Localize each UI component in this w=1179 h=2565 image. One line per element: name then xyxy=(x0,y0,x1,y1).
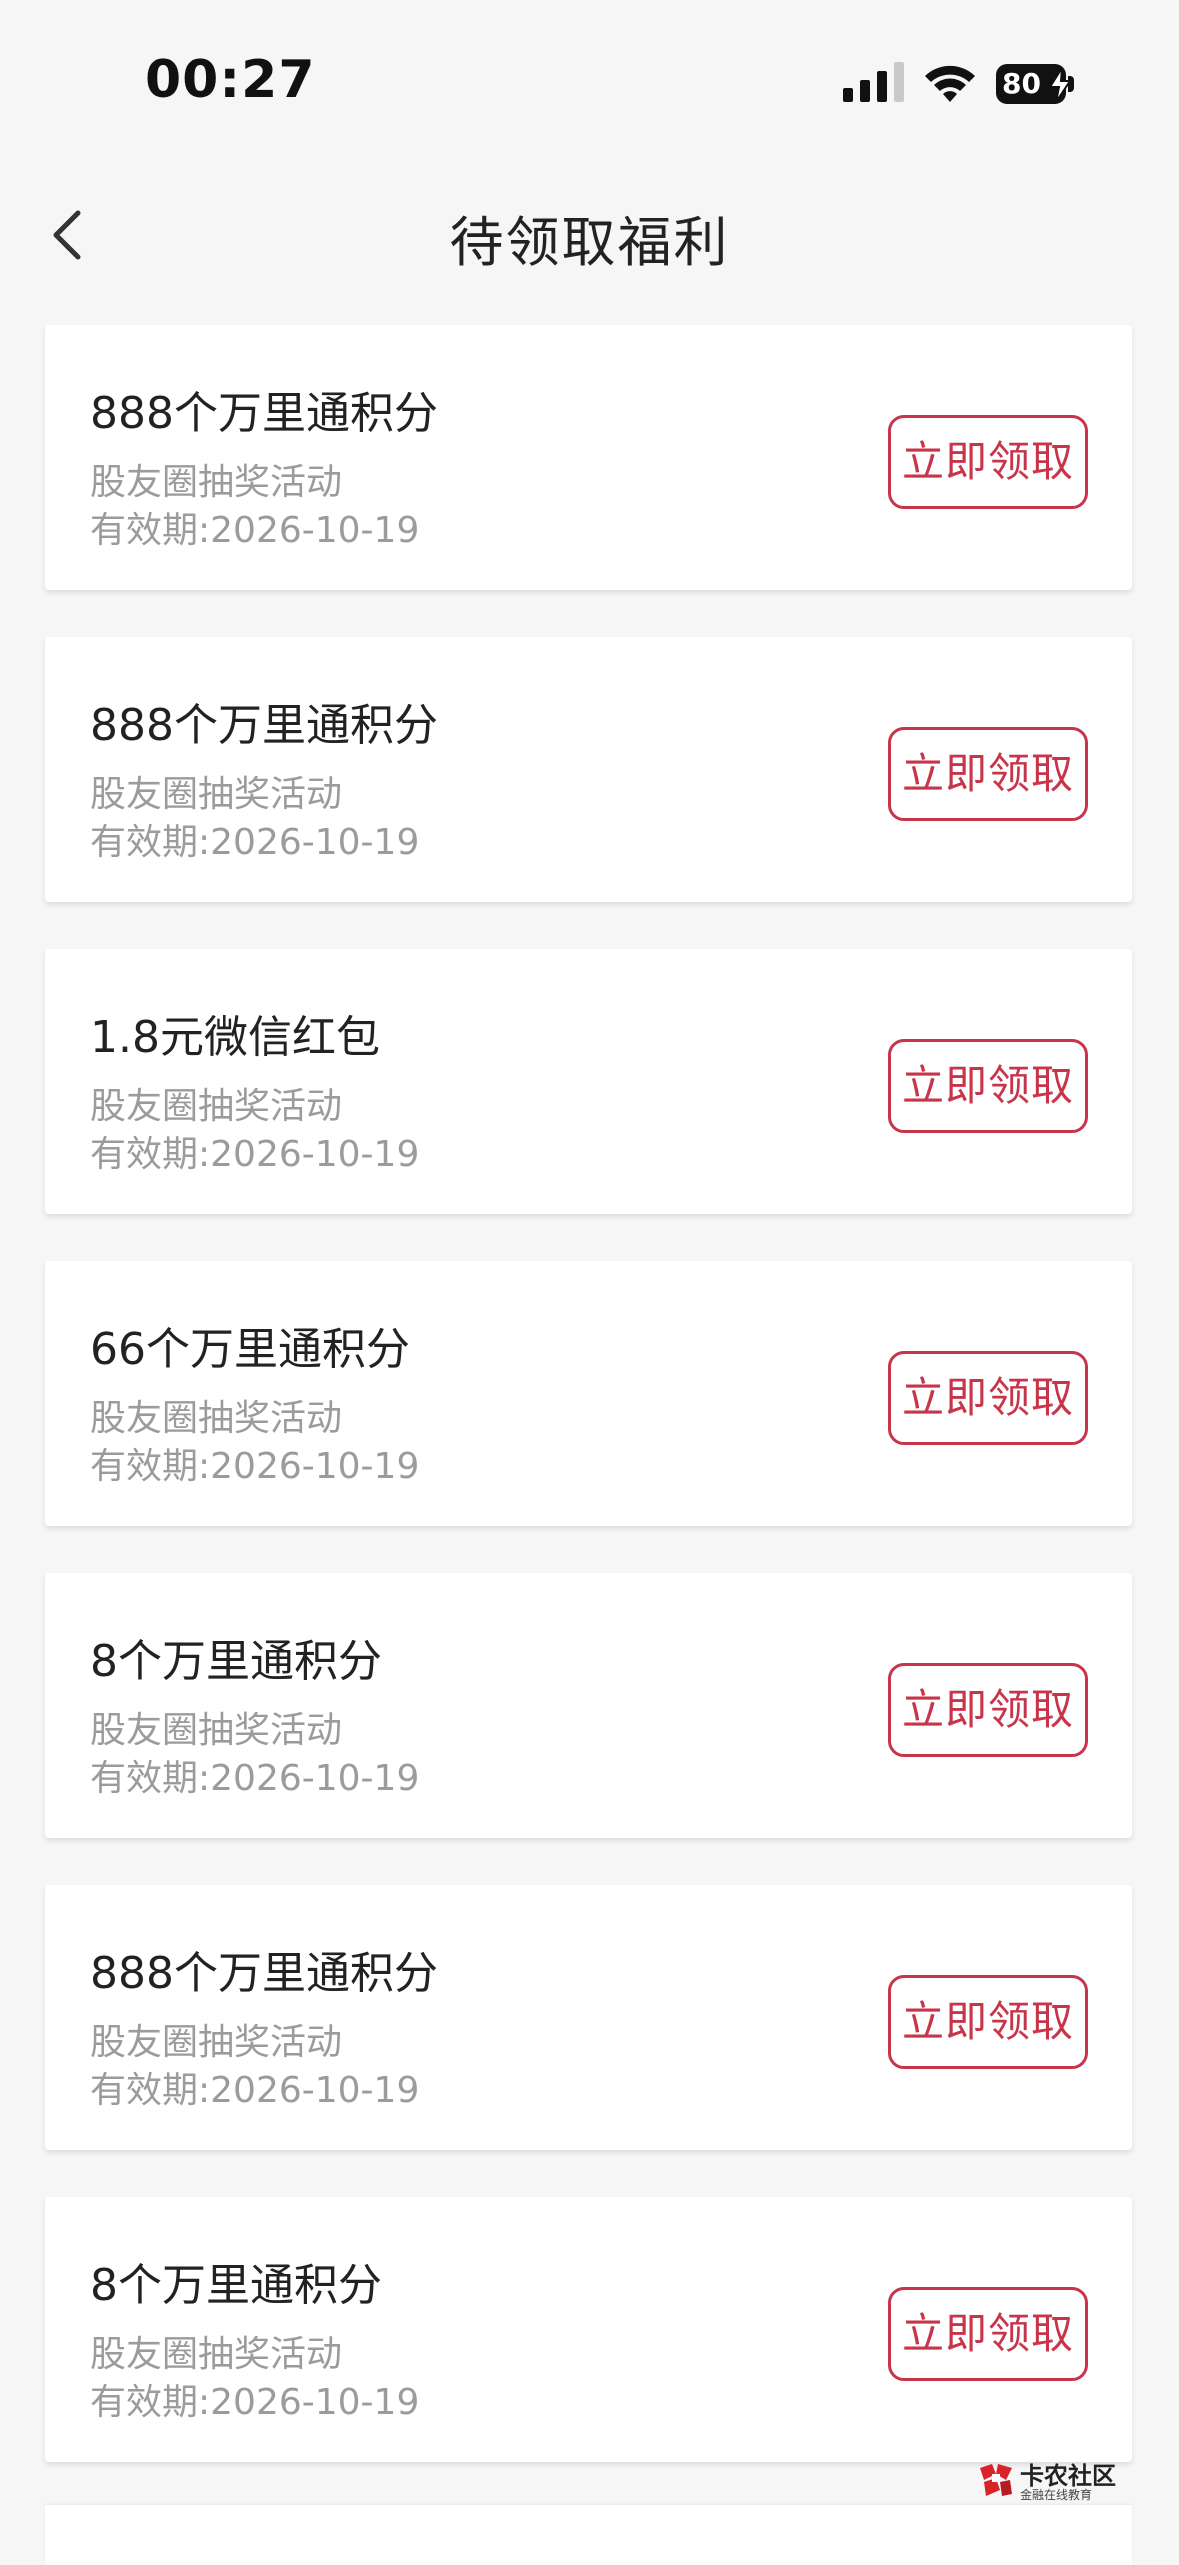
reward-source: 股友圈抽奖活动 xyxy=(90,1710,343,1751)
status-time: 00:27 xyxy=(145,50,316,110)
kanong-logo-icon xyxy=(980,2464,1012,2496)
reward-card: 1.8元微信红包 股友圈抽奖活动 有效期:2026-10-19 立即领取 xyxy=(45,949,1132,1214)
reward-expiry: 有效期:2026-10-19 xyxy=(90,2382,420,2423)
reward-source: 股友圈抽奖活动 xyxy=(90,2334,343,2375)
reward-card: 888个万里通积分 股友圈抽奖活动 有效期:2026-10-19 立即领取 xyxy=(45,1885,1132,2150)
nav-bar: 待领取福利 xyxy=(0,150,1179,310)
status-bar: 00:27 80 xyxy=(0,0,1179,150)
reward-source: 股友圈抽奖活动 xyxy=(90,1398,343,1439)
reward-card: 888个万里通积分 股友圈抽奖活动 有效期:2026-10-19 立即领取 xyxy=(45,637,1132,902)
watermark-tagline: 金融在线教育 xyxy=(1020,2488,1093,2502)
claim-button[interactable]: 立即领取 xyxy=(888,415,1088,509)
battery-icon: 80 xyxy=(996,64,1078,106)
reward-expiry: 有效期:2026-10-19 xyxy=(90,822,420,863)
reward-source: 股友圈抽奖活动 xyxy=(90,1086,343,1127)
claim-button[interactable]: 立即领取 xyxy=(888,1039,1088,1133)
charging-bolt-icon xyxy=(1048,68,1072,102)
reward-card: 888个万里通积分 股友圈抽奖活动 有效期:2026-10-19 立即领取 xyxy=(45,325,1132,590)
claim-button[interactable]: 立即领取 xyxy=(888,1351,1088,1445)
reward-title: 1.8元微信红包 xyxy=(90,1012,380,1063)
reward-title: 888个万里通积分 xyxy=(90,1948,438,1999)
reward-source: 股友圈抽奖活动 xyxy=(90,774,343,815)
claim-button[interactable]: 立即领取 xyxy=(888,1975,1088,2069)
reward-title: 888个万里通积分 xyxy=(90,388,438,439)
reward-source: 股友圈抽奖活动 xyxy=(90,2022,343,2063)
reward-expiry: 有效期:2026-10-19 xyxy=(90,1758,420,1799)
claim-button[interactable]: 立即领取 xyxy=(888,2287,1088,2381)
reward-expiry: 有效期:2026-10-19 xyxy=(90,2070,420,2111)
page-title: 待领取福利 xyxy=(449,211,730,274)
reward-expiry: 有效期:2026-10-19 xyxy=(90,510,420,551)
claim-button[interactable]: 立即领取 xyxy=(888,1663,1088,1757)
reward-title: 8个万里通积分 xyxy=(90,2260,382,2311)
signal-icon xyxy=(843,62,904,102)
reward-card: 66个万里通积分 股友圈抽奖活动 有效期:2026-10-19 立即领取 xyxy=(45,1261,1132,1526)
reward-expiry: 有效期:2026-10-19 xyxy=(90,1134,420,1175)
reward-card-partial xyxy=(45,2505,1132,2565)
reward-title: 888个万里通积分 xyxy=(90,700,438,751)
watermark: 卡农社区 金融在线教育 xyxy=(976,2454,1126,2504)
reward-source: 股友圈抽奖活动 xyxy=(90,462,343,503)
reward-card: 8个万里通积分 股友圈抽奖活动 有效期:2026-10-19 立即领取 xyxy=(45,1573,1132,1838)
wifi-icon xyxy=(925,65,975,102)
claim-button[interactable]: 立即领取 xyxy=(888,727,1088,821)
reward-title: 66个万里通积分 xyxy=(90,1324,410,1375)
reward-title: 8个万里通积分 xyxy=(90,1636,382,1687)
reward-list: 888个万里通积分 股友圈抽奖活动 有效期:2026-10-19 立即领取 88… xyxy=(45,325,1132,2509)
reward-expiry: 有效期:2026-10-19 xyxy=(90,1446,420,1487)
reward-card: 8个万里通积分 股友圈抽奖活动 有效期:2026-10-19 立即领取 xyxy=(45,2197,1132,2462)
